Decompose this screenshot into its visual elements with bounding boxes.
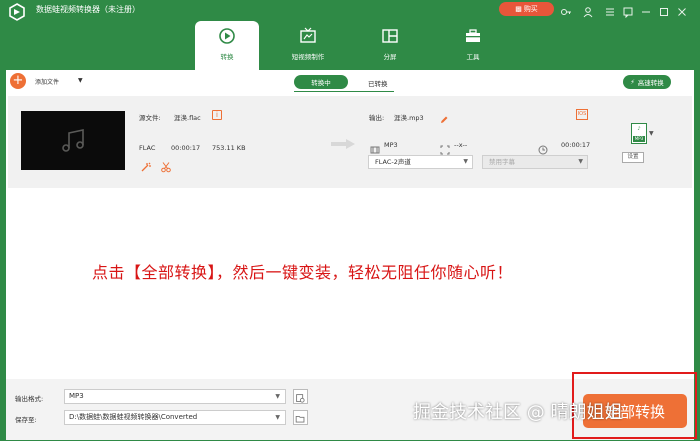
fast-convert-label: 高速转换: [637, 79, 664, 87]
buy-label: 购买: [523, 5, 538, 13]
tab-converting[interactable]: 转换中: [294, 75, 348, 89]
music-note-icon: [62, 128, 84, 152]
cut-icon[interactable]: [160, 158, 172, 173]
source-format: FLAC: [139, 144, 156, 152]
save-path-select[interactable]: D:\数据蛙\数据蛙视频转换器\Converted ▼: [64, 410, 286, 425]
tab-split-screen[interactable]: 分屏: [358, 21, 422, 70]
buy-button[interactable]: ▩ 购买: [499, 2, 554, 16]
account-icon[interactable]: [582, 3, 594, 18]
output-format-select[interactable]: MP3 ▼: [64, 389, 286, 404]
tv-icon: [300, 27, 316, 43]
source-size: 753.11 KB: [212, 144, 246, 152]
save-to-label: 保存至:: [15, 416, 37, 424]
chevron-down-icon: ▼: [463, 158, 468, 165]
tab-label: 工具: [466, 53, 480, 61]
tab-converted[interactable]: 已转换: [368, 78, 388, 88]
toolbox-icon: [466, 29, 480, 42]
tab-label: 转换: [220, 53, 234, 61]
format-settings-icon[interactable]: [293, 389, 308, 404]
watermark: 掘金技术社区 @ 晴朗姐姐: [413, 402, 623, 423]
arrow-right-icon: [330, 135, 356, 149]
app-title: 数据蛙视频转换器（未注册）: [36, 5, 140, 14]
tab-tools[interactable]: 工具: [441, 21, 505, 70]
chevron-down-icon: ▼: [578, 158, 583, 165]
annotation-text: 点击【全部转换】，然后一键变装，轻松无阻任你随心听！: [92, 263, 514, 282]
video-format-icon: [370, 140, 380, 154]
feedback-icon[interactable]: [622, 3, 634, 19]
add-file-dropdown-icon[interactable]: ▼: [78, 77, 83, 84]
source-filename: 涯涣.flac: [174, 114, 201, 122]
chevron-down-icon: ▼: [275, 393, 280, 400]
subtitle-value: 禁用字幕: [489, 158, 515, 166]
tab-short-video[interactable]: 短视频制作: [276, 21, 340, 70]
fast-convert-button[interactable]: ⚡ 高速转换: [623, 75, 671, 89]
cart-icon: ▩: [515, 5, 522, 13]
media-thumbnail[interactable]: [21, 111, 125, 170]
output-filename: 涯涣.mp3: [394, 114, 424, 122]
lightning-icon: ⚡: [630, 78, 635, 86]
source-label: 源文件:: [139, 114, 161, 122]
add-file-icon[interactable]: +: [10, 73, 26, 89]
source-duration: 00:00:17: [171, 144, 201, 152]
output-label: 输出:: [369, 114, 385, 122]
audio-track-value: FLAC-2声道: [375, 158, 411, 166]
output-format-select-value: MP3: [69, 392, 84, 400]
enhance-icon[interactable]: [140, 158, 152, 172]
resolution-icon: [440, 140, 450, 155]
chevron-down-icon: ▼: [275, 414, 280, 421]
output-resolution: --x--: [454, 141, 468, 149]
close-icon[interactable]: [676, 3, 688, 16]
format-badge-icon[interactable]: IOS: [576, 109, 588, 120]
tab-convert[interactable]: 转换: [195, 21, 259, 70]
save-path-value: D:\数据蛙\数据蛙视频转换器\Converted: [69, 413, 198, 421]
clock-icon: [538, 140, 548, 155]
minimize-icon[interactable]: [640, 3, 652, 15]
output-format-icon-label: MP3: [633, 136, 645, 142]
tab-label: 短视频制作: [291, 53, 325, 61]
format-dropdown-icon[interactable]: ▼: [649, 130, 654, 137]
app-logo-icon: [8, 3, 26, 21]
folder-icon[interactable]: [293, 410, 308, 425]
output-format-label: 输出格式:: [15, 395, 44, 403]
segment-underline: [294, 91, 394, 92]
key-icon[interactable]: [560, 3, 572, 15]
split-screen-icon: [382, 29, 398, 43]
output-format: MP3: [384, 141, 398, 149]
output-format-icon[interactable]: ♪ MP3: [631, 123, 647, 144]
convert-icon: [219, 28, 235, 44]
output-duration: 00:00:17: [561, 141, 591, 149]
add-file-button[interactable]: 添加文件: [35, 77, 59, 86]
maximize-icon[interactable]: [658, 3, 670, 16]
info-icon[interactable]: i: [212, 110, 222, 120]
settings-button[interactable]: 设置: [622, 152, 644, 163]
subtitle-select[interactable]: 禁用字幕 ▼: [482, 155, 588, 169]
audio-track-select[interactable]: FLAC-2声道 ▼: [368, 155, 473, 169]
menu-icon[interactable]: [604, 3, 616, 16]
tab-label: 分屏: [383, 53, 397, 61]
edit-icon[interactable]: [439, 110, 449, 123]
